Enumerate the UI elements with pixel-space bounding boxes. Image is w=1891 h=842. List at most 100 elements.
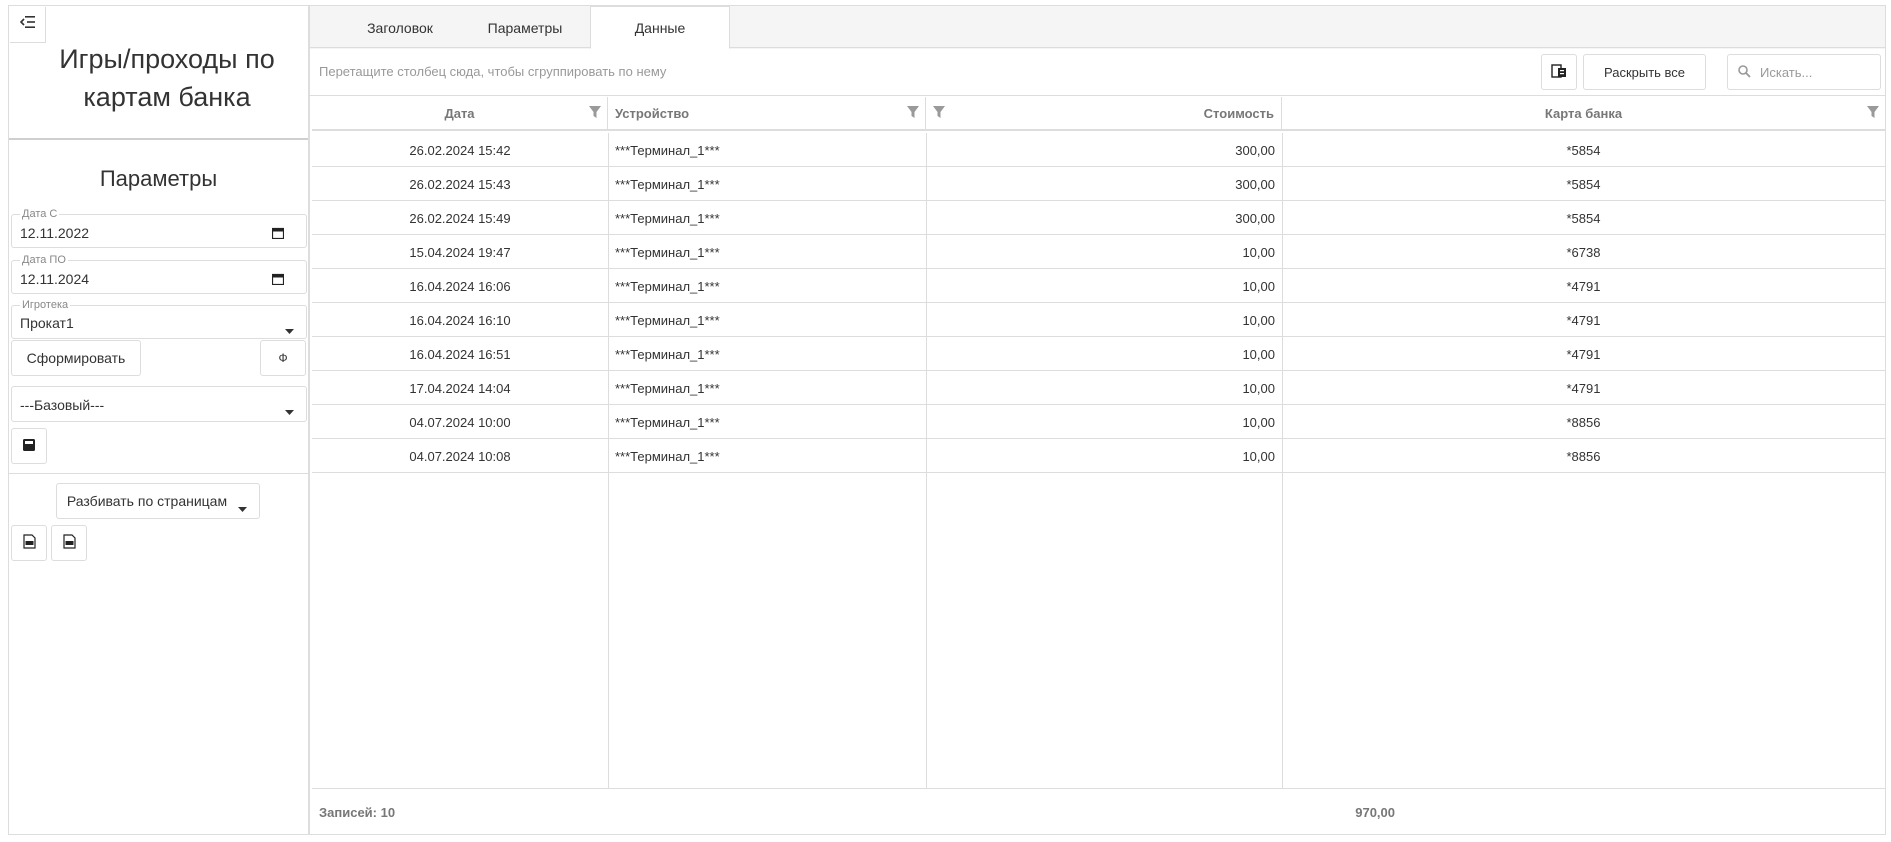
cell-device: ***Терминал_1*** — [615, 142, 720, 158]
cell-cost: 300,00 — [1235, 210, 1275, 226]
search-box[interactable] — [1727, 54, 1881, 90]
cell-bank-card: *8856 — [1566, 448, 1601, 464]
date-from-value: 12.11.2022 — [20, 225, 90, 241]
cell-cost: 10,00 — [1242, 312, 1275, 328]
cell-device: ***Терминал_1*** — [615, 312, 720, 328]
column-header-device[interactable]: Устройство — [608, 97, 926, 129]
cell-cost: 10,00 — [1242, 414, 1275, 430]
save-preset-button[interactable] — [11, 428, 47, 464]
column-chooser-icon — [1551, 63, 1567, 81]
date-to-label: Дата ПО — [20, 253, 68, 267]
excel-file-icon — [22, 534, 36, 552]
table-row[interactable]: 26.02.2024 15:42 ***Терминал_1*** 300,00 *5… — [312, 133, 1885, 167]
filter-icon[interactable] — [907, 106, 919, 121]
column-header-date[interactable]: Дата — [312, 97, 608, 129]
cell-bank-card: *6738 — [1566, 244, 1601, 260]
calendar-icon[interactable] — [271, 272, 285, 290]
cell-device: ***Терминал_1*** — [615, 414, 720, 430]
game-library-label: Игротека — [20, 298, 71, 312]
export-excel-button[interactable] — [11, 525, 47, 561]
main-panel: Заголовок Параметры Данные Перетащите ст… — [309, 5, 1886, 835]
column-header-label: Устройство — [615, 105, 690, 121]
cell-date: 26.02.2024 15:42 — [409, 142, 511, 158]
tab-bar: Заголовок Параметры Данные — [310, 6, 1885, 49]
column-header-label: Карта банка — [1544, 105, 1623, 121]
cell-bank-card: *4791 — [1566, 312, 1601, 328]
date-to-value: 12.11.2024 — [20, 271, 90, 287]
cell-bank-card: *8856 — [1566, 414, 1601, 430]
preset-value: ---Базовый--- — [20, 397, 105, 413]
filter-icon[interactable] — [589, 106, 601, 121]
cell-date: 15.04.2024 19:47 — [409, 244, 511, 260]
cell-device: ***Терминал_1*** — [615, 210, 720, 226]
filter-icon[interactable] — [1867, 106, 1879, 121]
paging-dropdown[interactable]: Разбивать по страницам — [56, 483, 260, 519]
cell-date: 26.02.2024 15:43 — [409, 176, 511, 192]
table-row[interactable]: 16.04.2024 16:10 ***Терминал_1*** 10,00 *47… — [312, 303, 1885, 337]
cell-device: ***Терминал_1*** — [615, 380, 720, 396]
cell-date: 16.04.2024 16:06 — [409, 278, 511, 294]
column-header-label: Дата — [444, 105, 475, 121]
table-row[interactable]: 16.04.2024 16:51 ***Терминал_1*** 10,00 *47… — [312, 337, 1885, 371]
table-row[interactable]: 04.07.2024 10:08 ***Терминал_1*** 10,00 *88… — [312, 439, 1885, 473]
params-heading: Параметры — [99, 166, 218, 191]
cell-bank-card: *4791 — [1566, 380, 1601, 396]
table-row[interactable]: 17.04.2024 14:04 ***Терминал_1*** 10,00 *47… — [312, 371, 1885, 405]
grid-header: Дата Устройство Стоимость Карта банка — [312, 97, 1885, 131]
group-panel-hint[interactable]: Перетащите столбец сюда, чтобы сгруппиро… — [319, 64, 666, 79]
cell-cost: 10,00 — [1242, 244, 1275, 260]
filter-icon[interactable] — [933, 106, 945, 121]
table-row[interactable]: 15.04.2024 19:47 ***Терминал_1*** 10,00 *67… — [312, 235, 1885, 269]
table-row[interactable]: 26.02.2024 15:43 ***Терминал_1*** 300,00 *5… — [312, 167, 1885, 201]
generate-button[interactable]: Сформировать — [11, 340, 141, 376]
calendar-icon[interactable] — [271, 226, 285, 244]
export-pdf-button[interactable] — [51, 525, 87, 561]
cell-date: 17.04.2024 14:04 — [409, 380, 511, 396]
date-from-label: Дата С — [20, 207, 60, 221]
cell-date: 26.02.2024 15:49 — [409, 210, 511, 226]
cell-date: 04.07.2024 10:00 — [409, 414, 511, 430]
left-panel: Игры/проходы по картам банка Параметры Д… — [8, 5, 309, 835]
column-header-cost[interactable]: Стоимость — [926, 97, 1282, 129]
cell-bank-card: *4791 — [1566, 278, 1601, 294]
game-library-value: Прокат1 — [20, 315, 74, 331]
cost-total: 970,00 — [1355, 805, 1395, 820]
date-to-field[interactable]: Дата ПО 12.11.2024 — [11, 253, 307, 294]
table-row[interactable]: 16.04.2024 16:06 ***Терминал_1*** 10,00 *47… — [312, 269, 1885, 303]
tab-header[interactable]: Заголовок — [340, 6, 460, 49]
table-row[interactable]: 26.02.2024 15:49 ***Терминал_1*** 300,00 *5… — [312, 201, 1885, 235]
save-icon — [22, 438, 36, 455]
cell-date: 16.04.2024 16:51 — [409, 346, 511, 362]
menu-toggle-button[interactable] — [10, 7, 46, 43]
pdf-file-icon — [62, 534, 76, 552]
tab-data[interactable]: Данные — [590, 6, 730, 49]
phi-button[interactable]: Ф — [260, 340, 306, 376]
cell-device: ***Терминал_1*** — [615, 448, 720, 464]
title-divider — [9, 138, 308, 140]
cell-device: ***Терминал_1*** — [615, 346, 720, 362]
column-header-bank-card[interactable]: Карта банка — [1282, 97, 1885, 129]
chevron-down-icon — [285, 321, 294, 339]
preset-select[interactable]: ---Базовый--- — [11, 386, 307, 422]
tab-parameters[interactable]: Параметры — [460, 6, 590, 49]
report-title: Игры/проходы по картам банка — [59, 44, 275, 112]
grid-body: 26.02.2024 15:42 ***Терминал_1*** 300,00 *5… — [312, 133, 1885, 788]
cell-device: ***Терминал_1*** — [615, 278, 720, 294]
game-library-select[interactable]: Игротека Прокат1 — [11, 298, 307, 339]
collapse-menu-icon — [19, 15, 36, 34]
cell-bank-card: *5854 — [1566, 210, 1601, 226]
paging-label: Разбивать по страницам — [66, 493, 228, 509]
column-chooser-button[interactable] — [1541, 54, 1577, 90]
cell-cost: 300,00 — [1235, 176, 1275, 192]
cell-cost: 10,00 — [1242, 448, 1275, 464]
search-input[interactable] — [1758, 62, 1876, 82]
table-row[interactable]: 04.07.2024 10:00 ***Терминал_1*** 10,00 *88… — [312, 405, 1885, 439]
cell-cost: 10,00 — [1242, 346, 1275, 362]
chevron-down-icon — [238, 499, 247, 515]
cell-date: 04.07.2024 10:08 — [409, 448, 511, 464]
cell-date: 16.04.2024 16:10 — [409, 312, 511, 328]
date-from-field[interactable]: Дата С 12.11.2022 — [11, 207, 307, 248]
cell-cost: 10,00 — [1242, 278, 1275, 294]
grid-toolbar: Перетащите столбец сюда, чтобы сгруппиро… — [310, 49, 1885, 96]
expand-all-button[interactable]: Раскрыть все — [1583, 54, 1706, 90]
